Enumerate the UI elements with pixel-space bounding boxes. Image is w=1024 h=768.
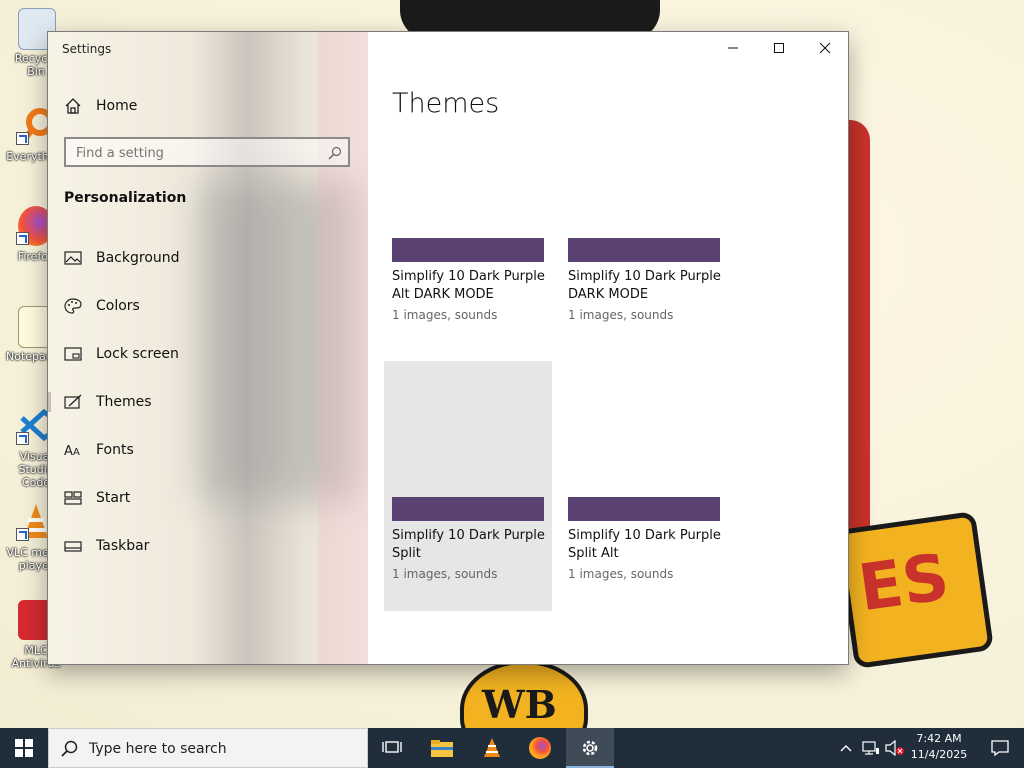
volume-button[interactable]: [882, 728, 908, 768]
themes-page: Themes Simplify 10 Dark Purple Alt DARK …: [368, 32, 848, 664]
theme-tile[interactable]: Simplify 10 Dark Purple Split Alt 1 imag…: [560, 361, 728, 611]
taskbar-clock[interactable]: 7:42 AM 11/4/2025: [906, 731, 972, 763]
shortcut-arrow-icon: [16, 432, 29, 445]
network-icon: [862, 741, 879, 755]
theme-description: 1 images, sounds: [568, 308, 674, 322]
start-grid-icon: [64, 489, 82, 507]
nav-colors[interactable]: Colors: [48, 286, 368, 326]
task-view-button[interactable]: [368, 728, 416, 768]
theme-tile[interactable]: Simplify 10 Dark Purple Split 1 images, …: [384, 361, 552, 611]
theme-name: Simplify 10 Dark Purple Split: [392, 528, 545, 561]
taskbar: Type here to search 7:42 AM 11/4/2025: [0, 728, 1024, 768]
home-icon: [64, 97, 82, 115]
minimize-icon: [728, 47, 738, 49]
theme-description: 1 images, sounds: [392, 567, 498, 581]
vlc-cone-icon: [484, 738, 500, 757]
nav-home[interactable]: Home: [48, 86, 368, 126]
taskbar-icon: [64, 537, 82, 555]
nav-start[interactable]: Start: [48, 478, 368, 518]
taskbar-firefox[interactable]: [516, 728, 564, 768]
start-button[interactable]: [0, 728, 48, 768]
volume-muted-icon: [885, 740, 904, 756]
picture-icon: [64, 249, 82, 267]
find-setting-box[interactable]: [64, 137, 350, 167]
gear-icon: [582, 740, 598, 756]
nav-home-label: Home: [96, 98, 138, 114]
section-title: Personalization: [64, 190, 187, 206]
palette-icon: [64, 297, 82, 315]
find-setting-input[interactable]: [66, 139, 328, 167]
theme-color-bar: [392, 497, 544, 521]
nav-taskbar[interactable]: Taskbar: [48, 526, 368, 566]
network-button[interactable]: [858, 728, 884, 768]
taskbar-settings[interactable]: [566, 728, 614, 768]
theme-description: 1 images, sounds: [392, 308, 498, 322]
font-icon: AA: [64, 441, 82, 459]
taskbar-vlc[interactable]: [468, 728, 516, 768]
theme-name: Simplify 10 Dark Purple Split Alt: [568, 528, 721, 561]
shortcut-arrow-icon: [16, 528, 29, 541]
taskbar-search-box[interactable]: Type here to search: [48, 728, 368, 768]
shortcut-arrow-icon: [16, 232, 29, 245]
task-view-icon: [382, 741, 402, 753]
svg-text:A: A: [64, 444, 73, 459]
brush-icon: [64, 393, 82, 411]
theme-color-bar: [568, 238, 720, 262]
taskbar-search-placeholder: Type here to search: [89, 741, 227, 757]
lock-screen-icon: [64, 345, 82, 363]
svg-text:A: A: [73, 447, 80, 458]
taskbar-file-explorer[interactable]: [418, 728, 466, 768]
chevron-up-icon: [840, 745, 852, 752]
search-icon[interactable]: [328, 145, 342, 160]
theme-description: 1 images, sounds: [568, 567, 674, 581]
clock-date: 11/4/2025: [910, 748, 968, 761]
action-center-button[interactable]: [976, 728, 1024, 768]
settings-sidebar: Settings Home Personalization Background: [48, 32, 368, 664]
wallpaper-wb-logo: WB: [460, 660, 588, 728]
firefox-icon: [529, 737, 551, 759]
window-title: Settings: [62, 42, 112, 56]
minimize-button[interactable]: [710, 32, 756, 64]
nav-themes[interactable]: Themes: [48, 382, 368, 422]
theme-tile[interactable]: Simplify 10 Dark Purple Alt DARK MODE 1 …: [384, 102, 552, 352]
maximize-icon: [774, 43, 784, 53]
wallpaper-logo: ES: [835, 510, 995, 670]
close-icon: [819, 42, 831, 54]
theme-name: Simplify 10 Dark Purple Alt DARK MODE: [392, 269, 545, 302]
nav-lock-screen[interactable]: Lock screen: [48, 334, 368, 374]
close-button[interactable]: [802, 32, 848, 64]
windows-logo-icon: [15, 739, 33, 757]
search-icon: [61, 740, 78, 757]
nav-background[interactable]: Background: [48, 238, 368, 278]
show-hidden-icons-button[interactable]: [834, 728, 858, 768]
theme-color-bar: [568, 497, 720, 521]
nav-fonts[interactable]: AA Fonts: [48, 430, 368, 470]
settings-window: Settings Home Personalization Background: [48, 32, 848, 664]
folder-icon: [431, 740, 453, 757]
theme-color-bar: [392, 238, 544, 262]
clock-time: 7:42 AM: [916, 732, 962, 745]
notification-icon: [991, 740, 1009, 756]
maximize-button[interactable]: [756, 32, 802, 64]
theme-name: Simplify 10 Dark Purple DARK MODE: [568, 269, 721, 302]
theme-tile[interactable]: Simplify 10 Dark Purple DARK MODE 1 imag…: [560, 102, 728, 352]
shortcut-arrow-icon: [16, 132, 29, 145]
